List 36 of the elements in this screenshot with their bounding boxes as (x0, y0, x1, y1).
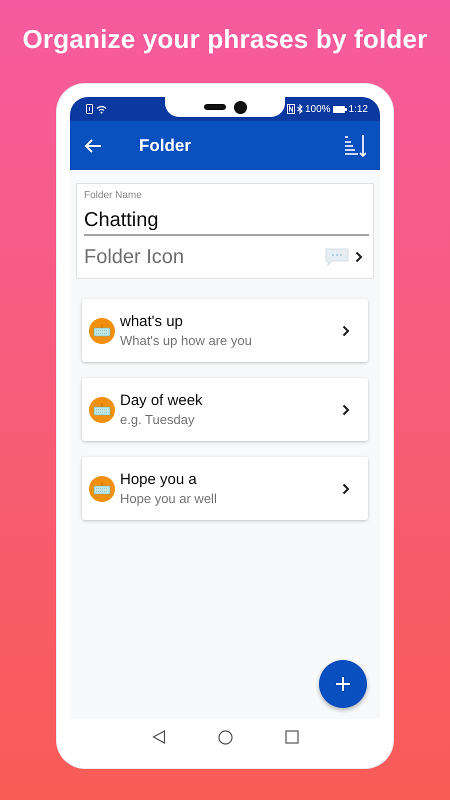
phrase-title: what's up (120, 313, 184, 330)
phrase-title: Day of week (120, 392, 204, 409)
folder-icon-label: Folder Icon (84, 246, 186, 268)
chevron-icon (342, 404, 350, 416)
plus-icon (336, 677, 350, 691)
field-label: Folder Name (84, 190, 143, 201)
folder-icon-row[interactable]: Folder Icon (76, 236, 374, 279)
keyboard-icon (89, 318, 115, 344)
phrase-title: Hope you a (120, 471, 198, 488)
clock-time: 1:12 (348, 104, 368, 114)
keyboard-icon (89, 476, 115, 502)
keyboard-icon (89, 396, 115, 422)
phrase-card[interactable]: what's up What's up how are you (82, 299, 368, 362)
phrase-subtitle: What's up how are you (120, 333, 253, 348)
app-bar-title: Folder (139, 136, 192, 156)
wifi-icon (96, 104, 107, 114)
add-button[interactable] (319, 660, 367, 708)
headline: Organize your phrases by folder (22, 24, 428, 55)
chevron-icon (342, 324, 350, 336)
sim-icon (86, 104, 93, 114)
phrase-subtitle: e.g. Tuesday (120, 412, 196, 427)
recents-square-icon[interactable] (284, 730, 298, 744)
sort-icon[interactable] (344, 134, 366, 158)
back-arrow-icon[interactable] (84, 138, 102, 154)
chevron-icon[interactable] (355, 251, 363, 263)
folder-name-field[interactable]: Folder Name Chatting (76, 183, 374, 236)
battery-percent: 100% (304, 104, 331, 114)
home-circle-icon[interactable] (218, 730, 232, 744)
chevron-icon (342, 482, 350, 494)
phrase-subtitle: Hope you ar well (120, 491, 218, 506)
bluetooth-icon (296, 104, 303, 114)
phrase-card[interactable]: Day of week e.g. Tuesday (82, 378, 368, 441)
battery-icon (332, 106, 347, 112)
phrase-card[interactable]: Hope you a Hope you ar well (82, 457, 368, 520)
nfc-icon (286, 104, 295, 114)
back-triangle-icon[interactable] (152, 730, 166, 744)
